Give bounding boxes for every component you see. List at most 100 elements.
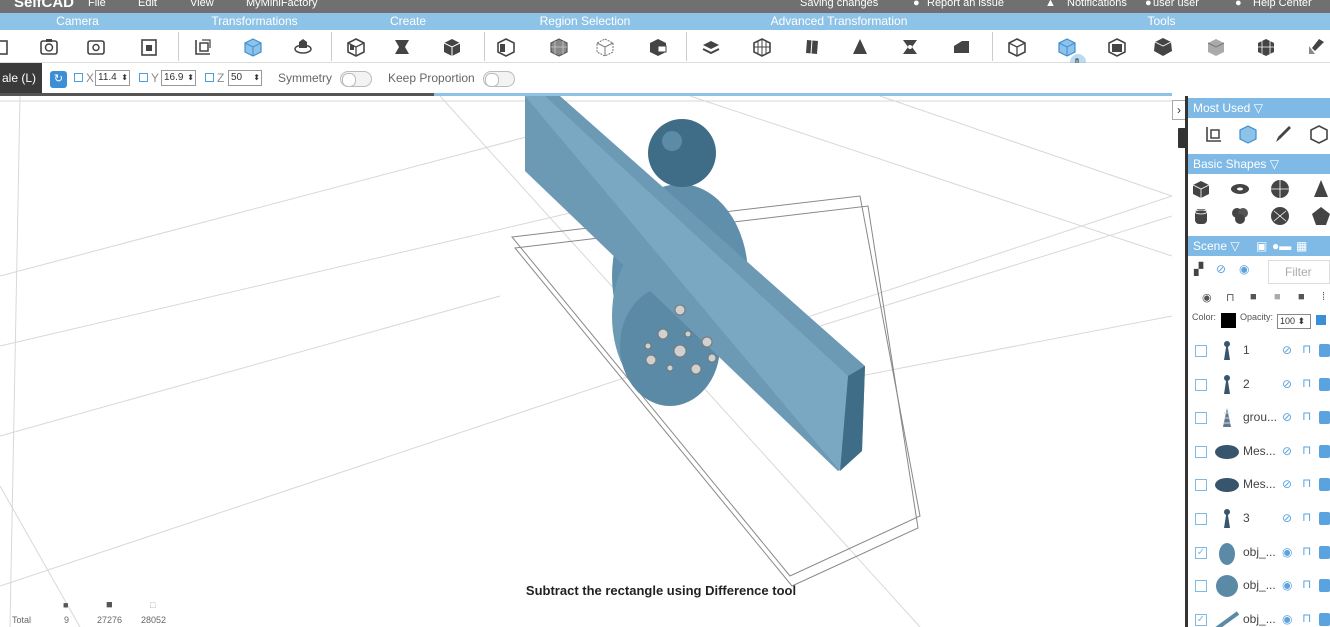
scene-header[interactable]: Scene ▽ ▣ ●▬ ▦ <box>1188 236 1330 256</box>
lock-icon[interactable]: ⊓ <box>1302 577 1311 591</box>
object-name[interactable]: 2 <box>1243 377 1250 391</box>
object-name[interactable]: grou... <box>1243 410 1277 424</box>
scene-row[interactable]: 2 ⊘ ⊓ <box>1188 368 1330 402</box>
x-input[interactable]: 11.4 ⬍ <box>95 70 130 86</box>
x-lock-checkbox[interactable] <box>74 73 83 82</box>
keep-proportion-toggle[interactable] <box>483 71 515 87</box>
lock-icon[interactable]: ⊓ <box>1226 291 1235 304</box>
wire-cube-icon[interactable]: ■ <box>1274 291 1281 303</box>
reset-icon[interactable]: ↻ <box>50 71 67 88</box>
adv-twist-icon[interactable] <box>801 36 823 58</box>
transform-scale-icon[interactable] <box>192 36 214 58</box>
more-icon[interactable]: ⁞ <box>1322 291 1325 303</box>
select-object-icon[interactable] <box>1319 478 1330 492</box>
object-name[interactable]: Mes... <box>1243 444 1276 458</box>
visibility-icon[interactable]: ◉ <box>1282 545 1292 559</box>
lock-icon[interactable]: ⊓ <box>1302 342 1311 356</box>
adv-star-icon[interactable] <box>899 36 921 58</box>
view-toggle-icon[interactable]: ▣ <box>1256 236 1267 256</box>
basic-shapes-header[interactable]: Basic Shapes ▽ <box>1188 154 1330 174</box>
tools-smooth-icon[interactable] <box>1205 36 1227 58</box>
collapse-panel-button[interactable]: › <box>1172 100 1186 120</box>
select-object-icon[interactable] <box>1319 377 1330 391</box>
tools-brush-icon[interactable] <box>1305 36 1327 58</box>
region-grid-icon[interactable] <box>548 36 570 58</box>
object-name[interactable]: Mes... <box>1243 477 1276 491</box>
visibility-icon[interactable]: ◉ <box>1282 612 1292 626</box>
select-object-icon[interactable] <box>1319 512 1330 525</box>
scale-tab[interactable]: ale (L) <box>0 63 42 94</box>
filter-input[interactable]: Filter <box>1268 260 1330 284</box>
cylinder-shape-icon[interactable] <box>1190 205 1212 227</box>
sphere-shape-icon[interactable] <box>1269 178 1291 200</box>
object-name[interactable]: obj_... <box>1243 578 1276 592</box>
geosphere-shape-icon[interactable] <box>1269 205 1291 227</box>
cone-shape-icon[interactable] <box>1310 178 1330 200</box>
brush-icon[interactable] <box>1272 123 1294 145</box>
slider-toggle-icon[interactable]: ●▬ <box>1272 236 1291 256</box>
transform-rotate-icon[interactable] <box>292 36 314 58</box>
select-object-icon[interactable] <box>1319 545 1330 559</box>
object-name[interactable]: 1 <box>1243 343 1250 357</box>
create-shape-icon[interactable] <box>441 36 463 58</box>
row-select-checkbox[interactable]: ✓ <box>1195 546 1207 559</box>
group-icon[interactable]: ▞ <box>1194 262 1203 276</box>
region-cube-icon[interactable] <box>495 36 517 58</box>
row-select-checkbox[interactable] <box>1195 479 1207 492</box>
scene-row[interactable]: ✓ obj_... ◉ ⊓ <box>1188 536 1330 570</box>
select-object-icon[interactable] <box>1319 579 1330 593</box>
z-input[interactable]: 50 ⬍ <box>228 70 262 86</box>
visibility-icon[interactable]: ⊘ <box>1282 343 1292 357</box>
brand-logo[interactable]: SelfCAD <box>14 0 74 10</box>
camera-rotate-icon[interactable] <box>0 36 11 58</box>
tools-outline-icon[interactable] <box>1006 36 1028 58</box>
row-select-checkbox[interactable] <box>1195 378 1207 391</box>
menu-view[interactable]: View <box>190 0 214 10</box>
eye-icon[interactable]: ◉ <box>1239 262 1249 276</box>
scene-row[interactable]: Mes... ⊘ ⊓ <box>1188 468 1330 502</box>
select-object-icon[interactable] <box>1319 612 1330 626</box>
object-name[interactable]: 3 <box>1243 511 1250 525</box>
region-box-icon[interactable] <box>594 36 616 58</box>
object-name[interactable]: obj_... <box>1243 545 1276 559</box>
adv-grid-icon[interactable] <box>751 36 773 58</box>
select-object-icon[interactable] <box>1319 344 1330 357</box>
scene-row[interactable]: Mes... ⊘ ⊓ <box>1188 435 1330 469</box>
menu-myminifactory[interactable]: MyMiniFactory <box>246 0 318 10</box>
row-select-checkbox[interactable] <box>1195 445 1207 458</box>
visibility-icon[interactable]: ⊘ <box>1282 410 1292 424</box>
scene-canvas[interactable] <box>0 96 1172 627</box>
scene-row[interactable]: ✓ obj_... ◉ ⊓ <box>1188 603 1330 627</box>
visibility-icon[interactable]: ⊘ <box>1282 511 1292 525</box>
solid-cube-icon[interactable]: ■ <box>1250 291 1257 303</box>
z-lock-checkbox[interactable] <box>205 73 214 82</box>
shaded-cube-icon[interactable]: ■ <box>1298 291 1305 303</box>
visibility-icon[interactable]: ⊘ <box>1282 444 1292 458</box>
move-cube-icon[interactable] <box>1237 123 1259 145</box>
opacity-apply-icon[interactable] <box>1316 315 1326 325</box>
scene-row[interactable]: 3 ⊘ ⊓ <box>1188 502 1330 536</box>
scale-icon[interactable] <box>1203 123 1225 145</box>
create-box-icon[interactable] <box>345 36 367 58</box>
menu-edit[interactable]: Edit <box>138 0 157 10</box>
visibility-icon[interactable]: ⊘ <box>1282 477 1292 491</box>
y-input[interactable]: 16.9 ⬍ <box>161 70 196 86</box>
camera-snapshot-icon[interactable] <box>38 36 60 58</box>
user-menu[interactable]: user user <box>1153 0 1199 10</box>
lock-icon[interactable]: ⊓ <box>1302 611 1311 625</box>
lock-icon[interactable]: ⊓ <box>1302 544 1311 558</box>
row-select-checkbox[interactable] <box>1195 580 1207 593</box>
camera-save-icon[interactable] <box>85 36 107 58</box>
tools-intersect-icon[interactable] <box>1106 36 1128 58</box>
row-select-checkbox[interactable] <box>1195 513 1207 525</box>
visibility-icon[interactable]: ⊘ <box>1282 377 1292 391</box>
3d-viewport[interactable]: Subtract the rectangle using Difference … <box>0 96 1172 627</box>
adv-bevel-icon[interactable] <box>950 36 972 58</box>
create-extrude-icon[interactable] <box>391 36 413 58</box>
menu-file[interactable]: File <box>88 0 106 10</box>
notifications-link[interactable]: Notifications <box>1067 0 1127 10</box>
scene-row[interactable]: grou... ⊘ ⊓ <box>1188 401 1330 435</box>
y-lock-checkbox[interactable] <box>139 73 148 82</box>
select-object-icon[interactable] <box>1319 411 1330 425</box>
region-corner-icon[interactable] <box>647 36 669 58</box>
